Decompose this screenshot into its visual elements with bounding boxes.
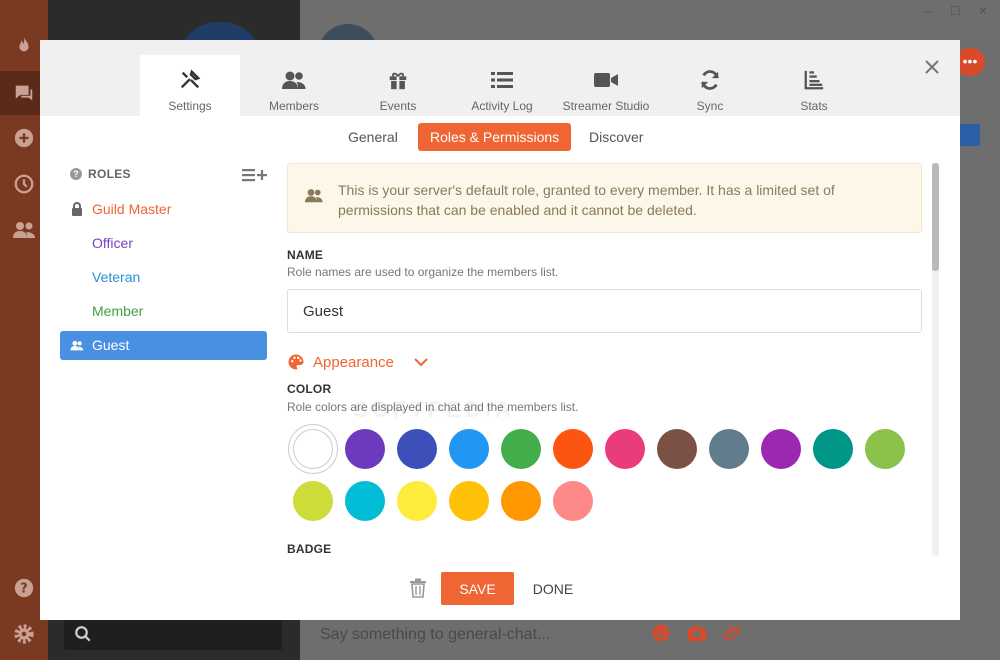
tab-settings[interactable]: Settings xyxy=(140,55,240,116)
peek-button xyxy=(960,124,980,146)
tab-sync[interactable]: Sync xyxy=(660,55,760,116)
role-officer[interactable]: Officer xyxy=(60,229,267,258)
color-swatch[interactable] xyxy=(813,429,853,469)
color-swatch[interactable] xyxy=(657,429,697,469)
tab-label: Sync xyxy=(696,99,724,113)
tab-bar: Settings Members Events Activity Log Str… xyxy=(40,40,960,116)
role-label: Member xyxy=(92,303,144,319)
scrollbar-thumb[interactable] xyxy=(932,163,939,271)
role-label: Guest xyxy=(92,337,130,353)
appearance-label: Appearance xyxy=(313,353,394,371)
color-swatch[interactable] xyxy=(553,481,593,521)
subtab-bar: General Roles & Permissions Discover xyxy=(40,123,960,151)
close-icon[interactable] xyxy=(922,57,942,77)
role-label: Guild Master xyxy=(92,201,172,217)
tab-label: Members xyxy=(268,99,319,113)
add-server-icon[interactable] xyxy=(12,126,36,150)
channel-search[interactable] xyxy=(64,618,282,650)
tab-label: Stats xyxy=(800,99,828,113)
color-swatch[interactable] xyxy=(293,429,333,469)
color-swatch[interactable] xyxy=(449,481,489,521)
color-swatch[interactable] xyxy=(761,429,801,469)
done-button[interactable]: DONE xyxy=(525,572,581,605)
tab-streamer-studio[interactable]: Streamer Studio xyxy=(556,55,656,116)
role-guest[interactable]: Guest xyxy=(60,331,267,360)
tab-events[interactable]: Events xyxy=(348,55,448,116)
maximize-button[interactable]: ☐ xyxy=(950,4,961,18)
subtab-general[interactable]: General xyxy=(348,123,398,151)
role-guild-master[interactable]: Guild Master xyxy=(60,195,267,224)
search-icon xyxy=(74,625,92,648)
watermark: SOFTPEDIA xyxy=(353,397,515,422)
tab-activity-log[interactable]: Activity Log xyxy=(452,55,552,116)
svg-text:?: ? xyxy=(20,582,27,597)
window-close-button[interactable]: ✕ xyxy=(978,4,988,18)
history-icon[interactable] xyxy=(12,172,36,196)
color-swatch[interactable] xyxy=(397,429,437,469)
color-swatch[interactable] xyxy=(605,429,645,469)
list-icon xyxy=(490,65,514,95)
camera-icon[interactable] xyxy=(686,622,708,644)
color-title: COLOR xyxy=(287,382,332,396)
chat-input[interactable]: Say something to general-chat... xyxy=(320,626,550,644)
trash-icon[interactable] xyxy=(410,578,428,600)
gear-icon[interactable] xyxy=(12,622,36,646)
role-name-input[interactable] xyxy=(287,289,922,333)
subtab-discover[interactable]: Discover xyxy=(589,123,643,151)
members-icon xyxy=(281,65,307,95)
palette-icon xyxy=(287,353,305,371)
sync-icon xyxy=(699,65,721,95)
role-member[interactable]: Member xyxy=(60,297,267,326)
emoji-icon[interactable] xyxy=(650,622,672,644)
name-title: NAME xyxy=(287,248,324,262)
tab-label: Streamer Studio xyxy=(562,99,650,113)
attach-icon[interactable] xyxy=(722,622,744,644)
subtab-roles-permissions[interactable]: Roles & Permissions xyxy=(418,123,572,151)
chevron-down-icon xyxy=(414,354,428,371)
tab-label: Settings xyxy=(168,99,212,113)
color-swatch[interactable] xyxy=(345,481,385,521)
badge-title: BADGE xyxy=(287,542,332,556)
color-swatch[interactable] xyxy=(553,429,593,469)
help-icon[interactable]: ? xyxy=(12,576,36,600)
members-icon xyxy=(304,188,324,208)
stats-icon xyxy=(803,65,825,95)
roles-header: ? ROLES xyxy=(70,167,131,181)
tab-members[interactable]: Members xyxy=(244,55,344,116)
gift-icon xyxy=(387,65,409,95)
color-swatch[interactable] xyxy=(501,481,541,521)
color-swatch[interactable] xyxy=(345,429,385,469)
role-label: Officer xyxy=(92,235,133,251)
video-camera-icon xyxy=(593,65,619,95)
flame-icon[interactable] xyxy=(12,34,36,58)
tab-stats[interactable]: Stats xyxy=(764,55,864,116)
server-settings-modal: Settings Members Events Activity Log Str… xyxy=(40,40,960,620)
help-icon[interactable]: ? xyxy=(70,168,82,180)
notice-text: This is your server's default role, gran… xyxy=(338,182,835,218)
add-role-icon[interactable] xyxy=(242,167,268,188)
color-swatch[interactable] xyxy=(449,429,489,469)
appearance-toggle[interactable]: Appearance xyxy=(287,353,428,371)
color-swatch[interactable] xyxy=(709,429,749,469)
save-button[interactable]: SAVE xyxy=(441,572,514,605)
tab-label: Events xyxy=(379,99,417,113)
color-swatch[interactable] xyxy=(293,481,333,521)
color-swatch[interactable] xyxy=(501,429,541,469)
color-swatch[interactable] xyxy=(865,429,905,469)
lock-icon xyxy=(70,202,84,216)
role-veteran[interactable]: Veteran xyxy=(60,263,267,292)
role-label: Veteran xyxy=(92,269,141,285)
color-swatch[interactable] xyxy=(397,481,437,521)
members-icon xyxy=(70,338,84,352)
roles-title: ROLES xyxy=(88,167,131,181)
name-description: Role names are used to organize the memb… xyxy=(287,265,559,279)
minimize-button[interactable]: — xyxy=(922,4,934,18)
default-role-notice: This is your server's default role, gran… xyxy=(287,163,922,233)
friends-icon[interactable] xyxy=(12,218,36,242)
tab-label: Activity Log xyxy=(471,99,533,113)
tools-icon xyxy=(179,65,201,95)
